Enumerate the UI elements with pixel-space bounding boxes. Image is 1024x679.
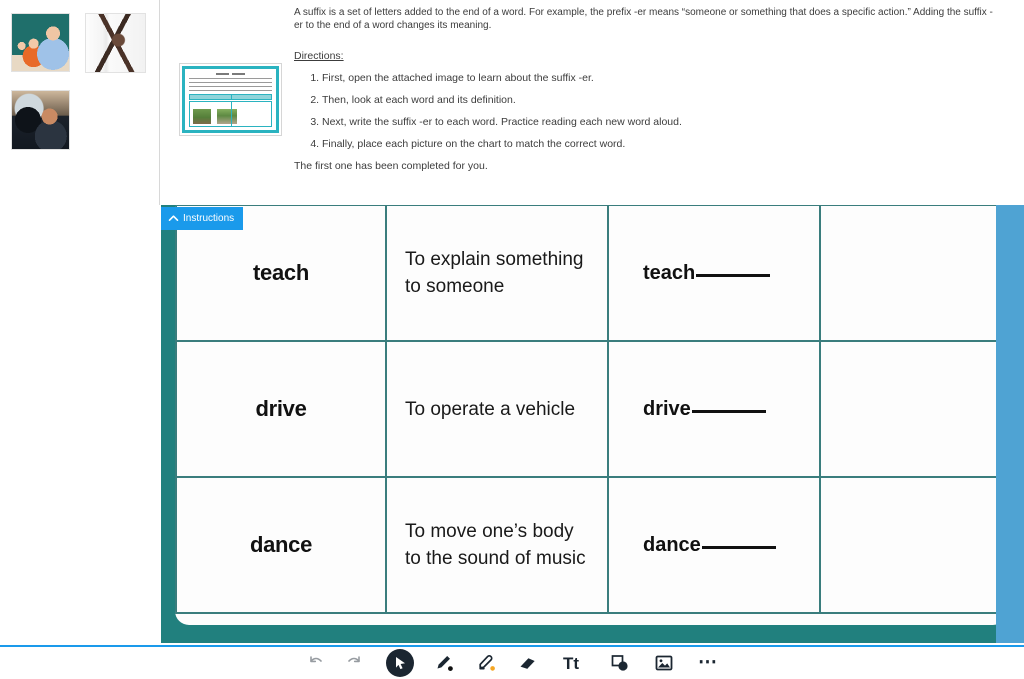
slide-body-grid xyxy=(189,101,272,127)
direction-step: Finally, place each picture on the chart… xyxy=(322,138,994,151)
svg-text:Tt: Tt xyxy=(563,654,579,673)
slide-title-line xyxy=(189,71,272,76)
definition-cell: To move one’s body to the sound of music xyxy=(385,476,609,614)
chevron-up-icon xyxy=(168,213,179,224)
picture-drop-cell[interactable] xyxy=(819,340,1007,478)
driver-photo xyxy=(12,91,69,149)
answer-stem: dance xyxy=(643,533,701,556)
direction-step: First, open the attached image to learn … xyxy=(322,72,994,85)
worksheet-canvas[interactable]: teach To explain something to someone te… xyxy=(161,205,1024,643)
cursor-arrow-icon xyxy=(396,657,405,670)
word-chart-table: teach To explain something to someone te… xyxy=(175,205,1007,614)
shapes-icon xyxy=(611,655,628,671)
worksheet-page: teach To explain something to someone te… xyxy=(175,205,1007,625)
pen-icon xyxy=(437,656,453,671)
picture-drop-cell[interactable] xyxy=(819,205,1007,342)
direction-step: Then, look at each word and its definiti… xyxy=(322,94,994,107)
slide-thumbnail-preview xyxy=(182,66,279,133)
undo-button[interactable] xyxy=(297,647,335,679)
text-icon: Tt xyxy=(563,654,579,673)
pen-tool-button[interactable] xyxy=(425,647,463,679)
answer-blank-line[interactable] xyxy=(691,401,766,413)
undo-icon xyxy=(310,656,322,663)
directions-label: Directions: xyxy=(294,50,344,62)
table-row: drive To operate a vehicle drive xyxy=(175,340,1007,478)
answer-cell[interactable]: dance xyxy=(607,476,821,614)
word-cell: dance xyxy=(175,476,387,614)
ellipsis-icon: ⋯ xyxy=(698,652,718,673)
answer-blank-line[interactable] xyxy=(701,537,776,549)
intro-paragraph: A suffix is a set of letters added to th… xyxy=(294,7,993,31)
slide-paragraph-lines xyxy=(189,78,272,92)
teacher-photo xyxy=(12,14,69,71)
answer-stem: teach xyxy=(643,261,696,284)
attachment-thumbnail-dancer[interactable] xyxy=(85,13,146,73)
answer-cell[interactable]: drive xyxy=(607,340,821,478)
app-root: A suffix is a set of letters added to th… xyxy=(0,0,1024,679)
instructions-tab-label: Instructions xyxy=(183,213,235,224)
eraser-icon xyxy=(520,658,536,670)
select-tool-button[interactable] xyxy=(381,647,419,679)
answer-stem: drive xyxy=(643,397,691,420)
slide-photo-right xyxy=(217,109,237,124)
more-tools-button[interactable]: ⋯ xyxy=(689,647,727,679)
answer-cell[interactable]: teach xyxy=(607,205,821,342)
image-tool-button[interactable] xyxy=(645,647,683,679)
instructions-content: A suffix is a set of letters added to th… xyxy=(161,0,1024,205)
attachment-thumbnail-teacher[interactable] xyxy=(11,13,70,72)
instructions-text-block: A suffix is a set of letters added to th… xyxy=(294,6,994,172)
highlighter-tool-button[interactable] xyxy=(467,647,505,679)
table-row: teach To explain something to someone te… xyxy=(175,205,1007,342)
direction-step: Next, write the suffix -er to each word.… xyxy=(322,116,994,129)
closing-note: The first one has been completed for you… xyxy=(294,160,488,172)
image-icon xyxy=(655,655,673,671)
definition-cell: To explain something to someone xyxy=(385,205,609,342)
picture-drop-cell[interactable] xyxy=(819,476,1007,614)
highlighter-icon xyxy=(479,655,495,671)
redo-button[interactable] xyxy=(335,647,373,679)
definition-cell: To operate a vehicle xyxy=(385,340,609,478)
word-cell: drive xyxy=(175,340,387,478)
directions-list: First, open the attached image to learn … xyxy=(294,72,994,151)
dancer-photo xyxy=(86,14,145,72)
slide-thumbnail-suffix-er[interactable] xyxy=(179,63,282,136)
slide-header-row xyxy=(189,94,272,100)
answer-blank-line[interactable] xyxy=(696,265,771,277)
table-row: dance To move one’s body to the sound of… xyxy=(175,476,1007,614)
attachments-pane xyxy=(0,0,160,205)
eraser-tool-button[interactable] xyxy=(509,647,547,679)
text-tool-button[interactable]: Tt xyxy=(553,647,597,679)
slide-photo-left xyxy=(193,109,211,124)
shapes-tool-button[interactable] xyxy=(601,647,639,679)
bottom-toolbar: Tt ⋯ xyxy=(0,645,1024,679)
vertical-scrollbar[interactable] xyxy=(996,205,1024,643)
instructions-toggle-tab[interactable]: Instructions xyxy=(161,207,244,230)
redo-icon xyxy=(348,656,360,663)
attachment-thumbnail-driver[interactable] xyxy=(11,90,70,150)
instructions-panel: A suffix is a set of letters added to th… xyxy=(0,0,1024,205)
